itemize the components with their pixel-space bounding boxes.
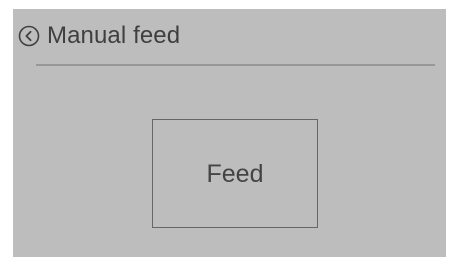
back-button[interactable] xyxy=(18,25,40,47)
chevron-left-circle-icon xyxy=(18,25,40,47)
screen-panel: Manual feed Feed xyxy=(13,9,446,257)
feed-button-label: Feed xyxy=(206,159,264,188)
page-title: Manual feed xyxy=(47,22,181,49)
header-divider xyxy=(36,64,435,66)
header: Manual feed xyxy=(13,9,446,64)
feed-button[interactable]: Feed xyxy=(152,119,318,228)
